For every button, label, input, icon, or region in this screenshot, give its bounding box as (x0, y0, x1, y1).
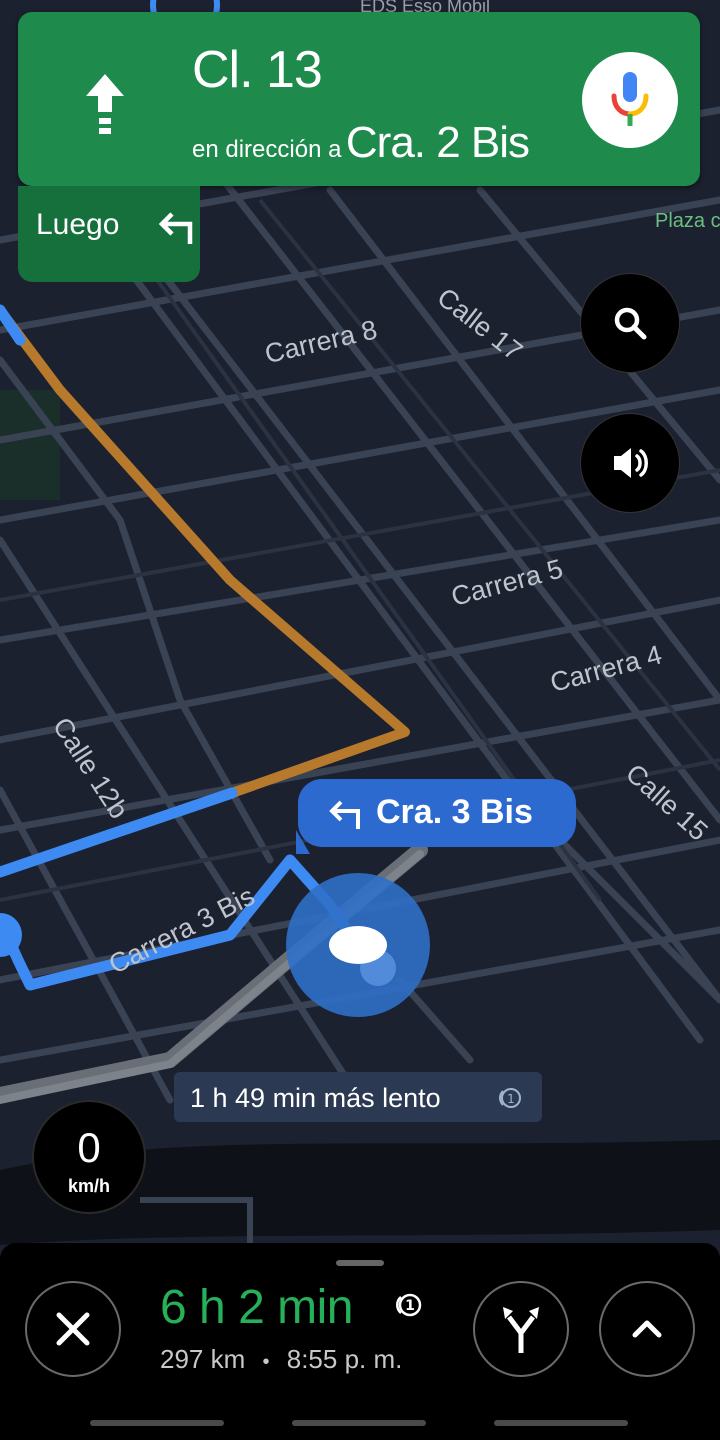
exit-navigation-button[interactable] (25, 1281, 121, 1377)
volume-icon (614, 448, 648, 478)
expand-button[interactable] (599, 1281, 695, 1377)
toll-icon: 1 (499, 1088, 521, 1108)
nav-bar-right[interactable] (494, 1420, 628, 1426)
voice-search-button[interactable] (582, 52, 678, 148)
straight-arrow-icon (86, 74, 124, 134)
alternate-route-label: 1 h 49 min más lento (190, 1083, 441, 1113)
drag-handle[interactable] (336, 1260, 384, 1266)
alternate-route-chip[interactable]: 1 h 49 min más lento 1 (174, 1072, 542, 1122)
speed-unit: km/h (67, 1176, 110, 1196)
alternate-routes-button[interactable] (473, 1281, 569, 1377)
current-street: Cl. 13 (192, 41, 323, 99)
close-icon (56, 1312, 90, 1346)
fork-route-icon (503, 1307, 539, 1353)
nav-bar-home[interactable] (292, 1420, 426, 1426)
map-label-plaza: Plaza c (655, 210, 720, 232)
trip-duration: 6 h 2 min (160, 1281, 353, 1334)
sound-button[interactable] (580, 413, 680, 513)
svg-text:1: 1 (405, 1298, 415, 1314)
then-maneuver-card: Luego (18, 186, 200, 282)
turn-left-icon (158, 212, 193, 244)
trip-details: 297 km • 8:55 p. m. (160, 1344, 402, 1375)
nav-bar-left[interactable] (90, 1420, 224, 1426)
next-turn-callout: Cra. 3 Bis (298, 779, 576, 847)
trip-separator: • (262, 1351, 270, 1373)
search-button[interactable] (580, 273, 680, 373)
toll-icon: 1 (396, 1293, 422, 1317)
direction-prefix: en dirección a (192, 136, 342, 163)
chevron-up-icon (632, 1320, 662, 1338)
speed-value: 0 (77, 1124, 101, 1171)
speedometer: 0 km/h (32, 1100, 146, 1214)
microphone-icon (611, 72, 649, 126)
turn-left-icon (329, 800, 360, 829)
direction-line: en dirección a Cra. 2 Bis (192, 118, 530, 168)
trip-distance: 297 km (160, 1344, 246, 1374)
search-icon (614, 307, 647, 340)
next-turn-street: Cra. 3 Bis (376, 793, 533, 831)
svg-text:1: 1 (507, 1092, 515, 1106)
then-label: Luego (36, 208, 120, 241)
direction-street: Cra. 2 Bis (345, 118, 530, 167)
arrival-time: 8:55 p. m. (286, 1344, 403, 1374)
